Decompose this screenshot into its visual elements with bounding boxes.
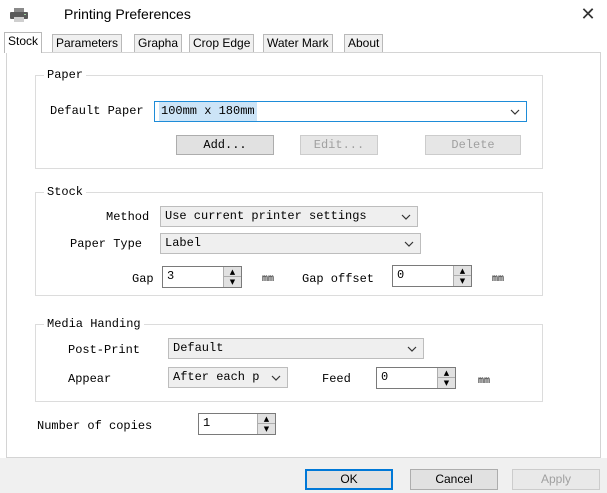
method-label: Method [106,210,150,224]
feed-stepper-arrows[interactable]: ▲ ▼ [437,368,455,388]
gap-offset-label: Gap offset [302,272,375,286]
paper-legend: Paper [44,68,87,82]
method-value: Use current printer settings [165,209,367,223]
tab-parameters[interactable]: Parameters [52,34,123,52]
post-print-value: Default [173,341,224,355]
gap-stepper-arrows[interactable]: ▲ ▼ [223,267,241,287]
chevron-down-icon [510,109,520,115]
feed-label: Feed [322,372,351,386]
window-title: Printing Preferences [64,6,191,22]
chevron-down-icon [407,346,417,352]
arrow-up-icon[interactable]: ▲ [224,267,241,277]
chevron-down-icon [404,241,414,247]
arrow-up-icon[interactable]: ▲ [454,266,471,276]
appear-select[interactable]: After each p [168,367,288,388]
paper-group: Paper Default Paper 100mm x 180mm Add...… [35,68,543,169]
gap-offset-value: 0 [397,268,405,282]
ok-button[interactable]: OK [305,469,393,490]
paper-type-value: Label [165,236,202,250]
default-paper-value: 100mm x 180mm [159,102,257,121]
apply-button[interactable]: Apply [512,469,600,490]
stock-legend: Stock [44,185,87,199]
default-paper-select[interactable]: 100mm x 180mm [154,101,527,122]
copies-stepper[interactable]: 1 ▲ ▼ [198,413,276,435]
arrow-up-icon[interactable]: ▲ [258,414,275,424]
media-handing-group: Media Handing Post-Print Default Appear … [35,317,543,402]
tab-about[interactable]: About [344,34,384,52]
copies-value: 1 [203,416,211,430]
gap-offset-unit: mm [492,274,505,285]
arrow-down-icon[interactable]: ▼ [438,378,455,388]
method-select[interactable]: Use current printer settings [160,206,418,227]
add-paper-button[interactable]: Add... [176,135,274,155]
cancel-button[interactable]: Cancel [410,469,498,490]
gap-label: Gap [132,272,154,286]
paper-type-select[interactable]: Label [160,233,421,254]
close-button[interactable]: ✕ [574,3,602,27]
arrow-down-icon[interactable]: ▼ [224,277,241,287]
feed-unit: mm [478,376,491,387]
copies-label: Number of copies [37,419,153,433]
stock-tab-panel: Paper Default Paper 100mm x 180mm Add...… [6,52,601,458]
feed-stepper[interactable]: 0 ▲ ▼ [376,367,456,389]
paper-type-label: Paper Type [70,237,143,251]
edit-paper-button[interactable]: Edit... [300,135,378,155]
tab-water-mark[interactable]: Water Mark [263,34,333,52]
appear-label: Appear [68,372,112,386]
post-print-label: Post-Print [68,343,141,357]
gap-offset-stepper-arrows[interactable]: ▲ ▼ [453,266,471,286]
stock-group: Stock Method Use current printer setting… [35,185,543,296]
gap-unit: mm [262,274,275,285]
tab-stock[interactable]: Stock [4,32,43,53]
delete-paper-button[interactable]: Delete [425,135,521,155]
appear-value: After each p [173,370,260,384]
arrow-down-icon[interactable]: ▼ [258,424,275,434]
printer-icon [10,8,28,22]
arrow-down-icon[interactable]: ▼ [454,276,471,286]
media-legend: Media Handing [44,317,144,331]
post-print-select[interactable]: Default [168,338,424,359]
copies-stepper-arrows[interactable]: ▲ ▼ [257,414,275,434]
feed-value: 0 [381,370,389,384]
gap-stepper[interactable]: 3 ▲ ▼ [162,266,242,288]
arrow-up-icon[interactable]: ▲ [438,368,455,378]
tab-crop-edge[interactable]: Crop Edge [189,34,255,52]
gap-offset-stepper[interactable]: 0 ▲ ▼ [392,265,472,287]
tab-grapha[interactable]: Grapha [134,34,183,52]
chevron-down-icon [271,375,281,381]
chevron-down-icon [401,214,411,220]
default-paper-label: Default Paper [50,104,144,118]
title-bar: Printing Preferences ✕ [0,0,607,30]
gap-value: 3 [167,269,175,283]
close-icon: ✕ [580,4,596,24]
